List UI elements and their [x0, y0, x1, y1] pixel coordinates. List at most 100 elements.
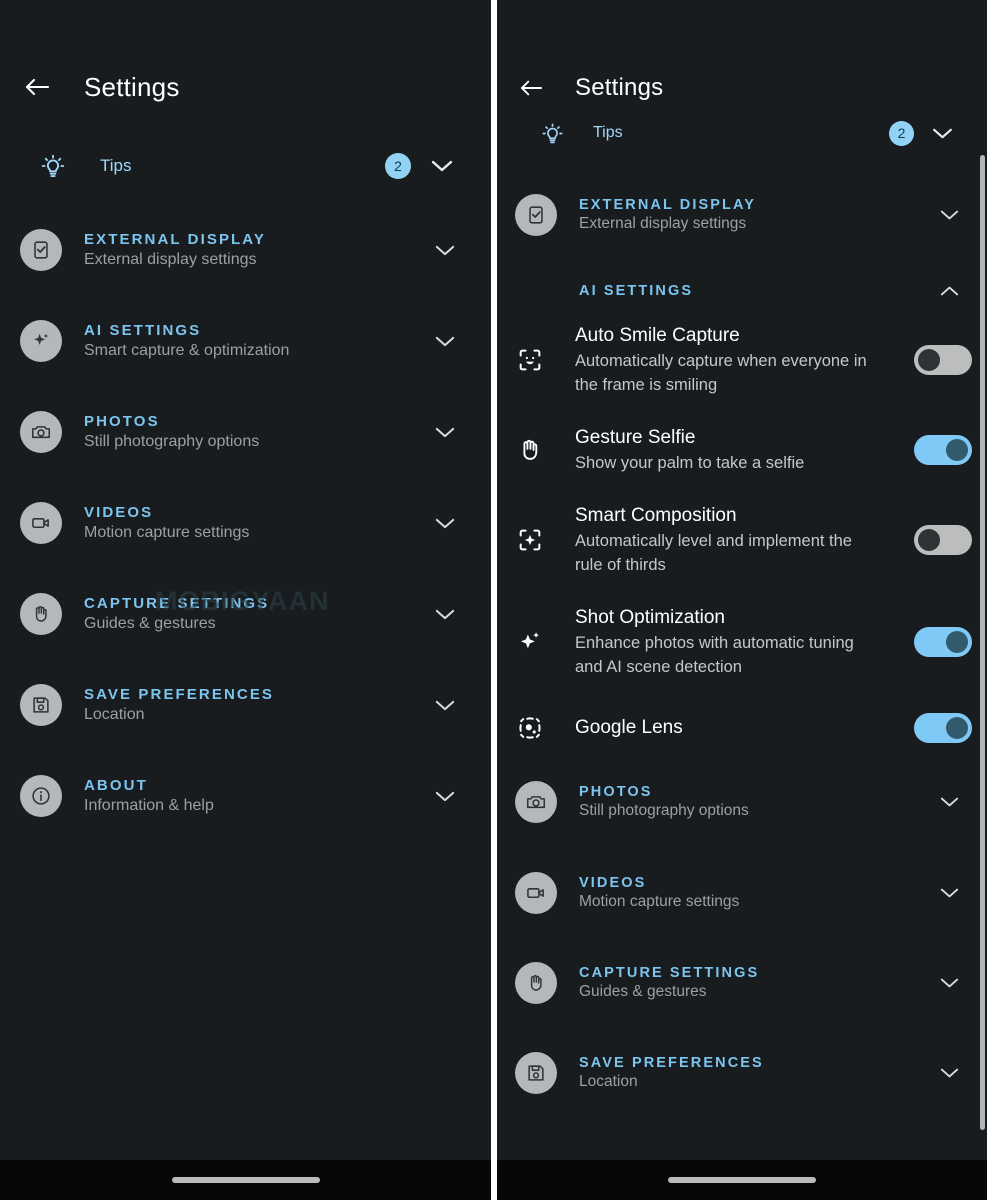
dual-screenshot-comparison: Settings Tips 2 EXTERNAL DISPLAY Externa… [0, 0, 987, 1200]
section-title: VIDEOS [579, 875, 647, 891]
chevron-down-icon[interactable] [940, 209, 959, 221]
external-display-icon [515, 194, 557, 236]
back-button[interactable] [515, 72, 547, 104]
sidebar-item-subtitle: Still photography options [84, 433, 260, 450]
left-app-bar: Settings [0, 70, 491, 104]
tips-label: Tips [593, 124, 623, 141]
back-button[interactable] [20, 70, 54, 104]
lightbulb-icon [38, 151, 68, 181]
chevron-down-icon[interactable] [435, 244, 455, 257]
section-ai-settings[interactable]: AI SETTINGS [497, 283, 987, 299]
toggle-knob [918, 529, 940, 551]
right-app-bar: Settings [497, 72, 987, 104]
chevron-down-icon[interactable] [940, 977, 959, 989]
chevron-down-icon[interactable] [435, 335, 455, 348]
sidebar-item-title: AI SETTINGS [84, 322, 202, 339]
tips-label: Tips [100, 156, 132, 175]
toggle-title: Smart Composition [575, 505, 737, 526]
toggle-switch[interactable] [914, 713, 972, 743]
sidebar-item-photos[interactable]: PHOTOS Still photography options [0, 411, 491, 453]
toggle-switch[interactable] [914, 435, 972, 465]
chevron-down-icon[interactable] [435, 790, 455, 803]
left-navigation-bar [0, 1160, 491, 1200]
sidebar-item-title: EXTERNAL DISPLAY [84, 231, 266, 248]
camera-icon [515, 781, 557, 823]
sidebar-item-subtitle: External display settings [84, 251, 257, 268]
sidebar-item-external-display[interactable]: EXTERNAL DISPLAY External display settin… [0, 229, 491, 271]
tips-right-group: 2 [385, 153, 453, 179]
home-gesture-pill[interactable] [668, 1177, 816, 1183]
section-title: AI SETTINGS [579, 283, 694, 299]
chevron-down-icon[interactable] [435, 426, 455, 439]
tips-row[interactable]: Tips 2 [0, 151, 491, 181]
toggle-title: Gesture Selfie [575, 427, 696, 448]
toggle-subtitle: Enhance photos with automatic tuning and… [575, 634, 854, 676]
sidebar-item-title: PHOTOS [84, 413, 160, 430]
floppy-disk-icon [20, 684, 62, 726]
chevron-down-icon[interactable] [435, 608, 455, 621]
arrow-left-icon [25, 78, 50, 96]
chevron-down-icon[interactable] [435, 517, 455, 530]
video-camera-icon [20, 502, 62, 544]
toggle-subtitle: Automatically capture when everyone in t… [575, 352, 867, 394]
sidebar-item-title: CAPTURE SETTINGS [84, 595, 270, 612]
section-save-preferences[interactable]: SAVE PREFERENCES Location [497, 1052, 987, 1094]
left-screen: Settings Tips 2 EXTERNAL DISPLAY Externa… [0, 0, 491, 1200]
toggle-switch[interactable] [914, 525, 972, 555]
page-title: Settings [575, 74, 664, 101]
camera-icon [20, 411, 62, 453]
sidebar-item-subtitle: Guides & gestures [84, 615, 216, 632]
sidebar-item-capture-settings[interactable]: CAPTURE SETTINGS Guides & gestures [0, 593, 491, 635]
chevron-down-icon[interactable] [932, 127, 953, 140]
sidebar-item-subtitle: Smart capture & optimization [84, 342, 290, 359]
toggle-row-smart-composition[interactable]: Smart Composition Automatically level an… [497, 503, 987, 577]
section-external-display[interactable]: EXTERNAL DISPLAY External display settin… [497, 194, 987, 236]
right-navigation-bar [497, 1160, 987, 1200]
toggle-row-google-lens[interactable]: Google Lens [497, 711, 987, 745]
section-photos[interactable]: PHOTOS Still photography options [497, 781, 987, 823]
tips-row[interactable]: Tips 2 [497, 120, 987, 146]
section-title: CAPTURE SETTINGS [579, 965, 760, 981]
toggle-knob [918, 349, 940, 371]
vertical-scrollbar[interactable] [980, 155, 985, 1130]
section-videos[interactable]: VIDEOS Motion capture settings [497, 872, 987, 914]
tips-right-group: 2 [889, 120, 953, 146]
tips-badge: 2 [385, 153, 411, 179]
sidebar-item-about[interactable]: ABOUT Information & help [0, 775, 491, 817]
toggle-switch[interactable] [914, 627, 972, 657]
page-title: Settings [84, 71, 180, 102]
sidebar-item-title: ABOUT [84, 777, 148, 794]
toggle-title: Google Lens [575, 717, 683, 738]
chevron-up-icon[interactable] [940, 285, 959, 297]
toggle-row-shot-optimization[interactable]: Shot Optimization Enhance photos with au… [497, 605, 987, 679]
section-capture-settings[interactable]: CAPTURE SETTINGS Guides & gestures [497, 962, 987, 1004]
sidebar-item-ai-settings[interactable]: AI SETTINGS Smart capture & optimization [0, 320, 491, 362]
section-subtitle: Guides & gestures [579, 983, 707, 1000]
home-gesture-pill[interactable] [171, 1177, 320, 1183]
info-icon [20, 775, 62, 817]
toggle-title: Auto Smile Capture [575, 325, 740, 346]
chevron-down-icon[interactable] [940, 1067, 959, 1079]
chevron-down-icon[interactable] [435, 699, 455, 712]
chevron-down-icon[interactable] [431, 159, 453, 173]
sidebar-item-subtitle: Location [84, 706, 145, 723]
video-camera-icon [515, 872, 557, 914]
sidebar-item-videos[interactable]: VIDEOS Motion capture settings [0, 502, 491, 544]
hand-icon [515, 962, 557, 1004]
external-display-icon [20, 229, 62, 271]
sparkle-icon [20, 320, 62, 362]
toggle-row-auto-smile-capture[interactable]: Auto Smile Capture Automatically capture… [497, 323, 987, 397]
section-subtitle: Motion capture settings [579, 893, 740, 910]
section-subtitle: Location [579, 1073, 638, 1090]
toggle-row-gesture-selfie[interactable]: Gesture Selfie Show your palm to take a … [497, 425, 987, 475]
toggle-subtitle: Show your palm to take a selfie [575, 454, 805, 472]
chevron-down-icon[interactable] [940, 887, 959, 899]
sidebar-item-save-preferences[interactable]: SAVE PREFERENCES Location [0, 684, 491, 726]
chevron-down-icon[interactable] [940, 796, 959, 808]
toggle-switch[interactable] [914, 345, 972, 375]
toggle-knob [946, 717, 968, 739]
sidebar-item-subtitle: Information & help [84, 797, 214, 814]
toggle-subtitle: Automatically level and implement the ru… [575, 532, 852, 574]
lightbulb-icon [539, 120, 565, 146]
sidebar-item-subtitle: Motion capture settings [84, 524, 250, 541]
